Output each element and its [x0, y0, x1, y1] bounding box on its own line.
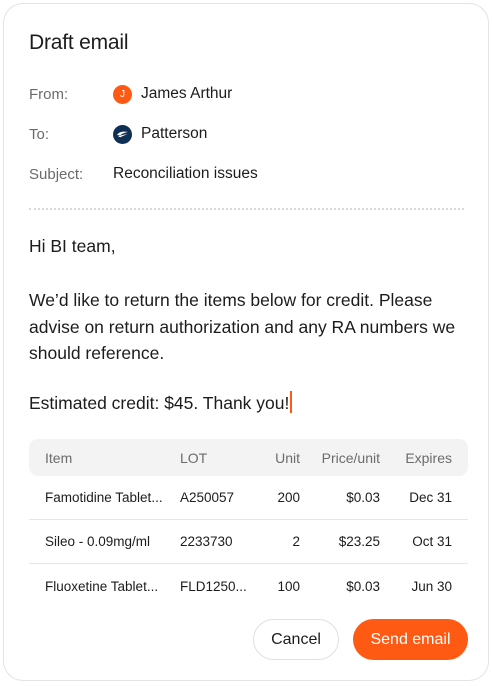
cell-item: Sileo - 0.09mg/ml [45, 534, 151, 549]
cancel-button[interactable]: Cancel [253, 619, 339, 660]
header-item: Item [45, 449, 73, 466]
patterson-logo-icon [113, 124, 132, 144]
cell-expires: Jun 30 [411, 578, 452, 594]
sender-avatar: J [113, 84, 132, 104]
from-value[interactable]: J James Arthur [113, 84, 233, 104]
from-label: From: [29, 85, 69, 103]
dialog-title: Draft email [29, 31, 129, 54]
cell-item: Famotidine Tablet... [45, 490, 163, 505]
message-paragraph: We’d like to return the items below for … [29, 290, 456, 363]
table-header: Item LOT Unit Price/unit Expires [29, 439, 468, 476]
cell-lot: 2233730 [180, 534, 233, 549]
subject-row: Subject: Reconciliation issues [29, 163, 258, 185]
table-row: Fluoxetine Tablet... FLD1250... 100 $0.0… [29, 564, 468, 608]
table-row: Sileo - 0.09mg/ml 2233730 2 $23.25 Oct 3… [29, 520, 468, 564]
cell-unit: 200 [277, 490, 300, 505]
header-price: Price/unit [321, 449, 380, 466]
send-email-button[interactable]: Send email [353, 619, 468, 660]
to-label: To: [29, 125, 50, 143]
cell-expires: Dec 31 [409, 490, 452, 505]
header-divider [29, 208, 464, 210]
message-closing-line: Estimated credit: $45. Thank you! [29, 390, 469, 417]
cell-item: Fluoxetine Tablet... [45, 578, 159, 594]
cell-unit: 2 [292, 534, 300, 549]
cell-price: $23.25 [338, 534, 380, 549]
sender-name: James Arthur [141, 85, 233, 102]
to-value[interactable]: Patterson [113, 124, 208, 144]
recipient-name: Patterson [141, 125, 208, 142]
header-lot: LOT [180, 449, 208, 466]
draft-email-dialog: Draft email From: J James Arthur To: Pat… [3, 3, 489, 681]
cell-unit: 100 [277, 578, 300, 594]
cell-lot: FLD1250... [180, 578, 247, 594]
to-row: To: Patterson [29, 123, 207, 145]
subject-field[interactable]: Reconciliation issues [113, 165, 258, 183]
header-unit: Unit [275, 449, 300, 466]
header-expires: Expires [405, 449, 452, 466]
table-row: Famotidine Tablet... A250057 200 $0.03 D… [29, 476, 468, 520]
message-greeting: Hi BI team, [29, 236, 116, 256]
items-table: Item LOT Unit Price/unit Expires Famotid… [29, 439, 468, 608]
text-cursor [290, 391, 293, 413]
from-row: From: J James Arthur [29, 83, 232, 105]
cell-price: $0.03 [346, 578, 380, 594]
cell-expires: Oct 31 [412, 534, 452, 549]
message-closing: Estimated credit: $45. Thank you! [29, 393, 290, 413]
cell-lot: A250057 [180, 490, 235, 505]
cell-price: $0.03 [346, 490, 380, 505]
subject-label: Subject: [29, 165, 84, 183]
